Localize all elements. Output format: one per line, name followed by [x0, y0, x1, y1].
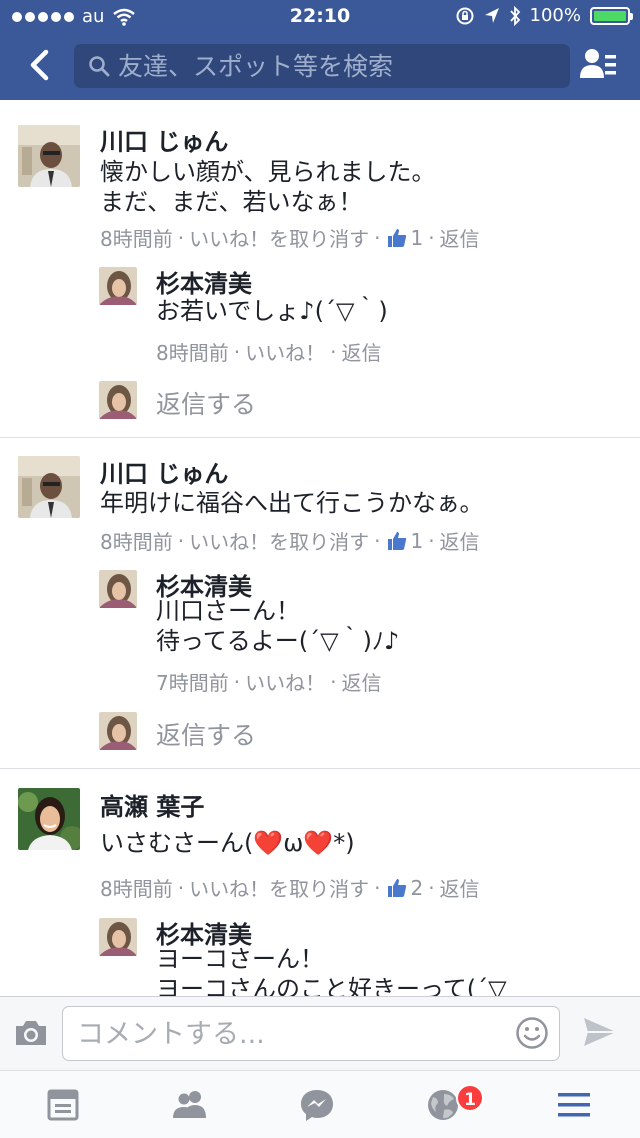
reply-author[interactable]: 杉本清美: [156, 264, 252, 299]
menu-icon[interactable]: [555, 1086, 593, 1124]
comment-timestamp: 8時間前: [100, 530, 173, 554]
reply-text-line: お若いでしょ♪(´▽｀): [156, 297, 388, 325]
bottom-tab-bar: [0, 1070, 640, 1138]
reply-text-line: ヨーコさんのこと好きーって(´▽: [156, 975, 507, 996]
search-icon: [89, 56, 110, 77]
avatar: [99, 712, 137, 750]
like-button[interactable]: いいね！: [245, 667, 325, 696]
status-bar: au 22:10 100%: [0, 0, 640, 34]
friends-icon[interactable]: [171, 1086, 209, 1124]
bluetooth-icon: [509, 5, 520, 26]
comment-author[interactable]: 川口 じゅん: [100, 454, 228, 489]
avatar[interactable]: [18, 788, 80, 850]
search-bar[interactable]: [74, 44, 570, 88]
reply-timestamp: 7時間前: [156, 671, 229, 695]
comment-timestamp: 8時間前: [100, 877, 173, 901]
reply-button[interactable]: 返信: [341, 667, 381, 696]
like-count[interactable]: 1: [410, 529, 423, 553]
camera-icon[interactable]: [14, 1019, 48, 1047]
comment-text-line: いさむさーん(❤️ω❤️*): [100, 829, 355, 857]
reply-meta: 8時間前 · いいね！ · 返信: [156, 337, 381, 366]
comment-thread: 川口 じゅん 懐かしい顔が、見られました。 まだ、まだ、若いなぁ！ 8時間前 ·…: [0, 100, 640, 438]
comment-text-line: まだ、まだ、若いなぁ！: [100, 188, 363, 216]
reply-text-line: 川口さーん！: [156, 597, 300, 625]
comment-thread: 川口 じゅん 年明けに福谷へ出て行こうかなぁ。 8時間前 · いいね！を取り消す…: [0, 438, 640, 769]
battery-icon: [590, 6, 633, 25]
reply-button[interactable]: 返信: [440, 526, 480, 555]
comment-input[interactable]: [77, 1017, 507, 1051]
comment-meta: 8時間前 · いいね！を取り消す · 2 · 返信: [100, 873, 480, 902]
messenger-icon[interactable]: [298, 1086, 336, 1124]
like-button[interactable]: いいね！: [245, 337, 325, 366]
comment-text-line: 年明けに福谷へ出て行こうかなぁ。: [100, 489, 484, 517]
location-icon: [484, 7, 499, 23]
unlike-button[interactable]: いいね！を取り消す: [189, 526, 369, 555]
rotation-lock-icon: [456, 7, 474, 24]
like-thumb-icon: [388, 228, 407, 247]
comment-meta: 8時間前 · いいね！を取り消す · 1 · 返信: [100, 223, 480, 252]
write-reply-link[interactable]: 返信する: [156, 716, 256, 752]
like-count[interactable]: 2: [410, 876, 423, 900]
search-input[interactable]: [118, 51, 548, 81]
like-count[interactable]: 1: [410, 226, 423, 250]
status-right: 100%: [455, 5, 633, 26]
avatar[interactable]: [18, 456, 80, 518]
unlike-button[interactable]: いいね！を取り消す: [189, 223, 369, 252]
send-icon[interactable]: [582, 1016, 618, 1048]
like-thumb-icon: [388, 531, 407, 550]
comment-input-box[interactable]: [62, 1006, 560, 1061]
comment-text-line: 懐かしい顔が、見られました。: [100, 158, 436, 186]
avatar: [99, 381, 137, 419]
notification-badge: 1: [456, 1084, 484, 1112]
reply-timestamp: 8時間前: [156, 341, 229, 365]
comment-author[interactable]: 高瀬 葉子: [100, 787, 204, 822]
like-thumb-icon: [388, 878, 407, 897]
avatar[interactable]: [99, 918, 137, 956]
friend-requests-icon[interactable]: [578, 46, 618, 84]
reply-button[interactable]: 返信: [341, 337, 381, 366]
comment-author[interactable]: 川口 じゅん: [100, 122, 228, 157]
news-feed-icon[interactable]: [45, 1086, 83, 1124]
unlike-button[interactable]: いいね！を取り消す: [189, 873, 369, 902]
reply-text-line: 待ってるよー(´▽｀)ﾉ♪: [156, 627, 400, 655]
reply-text-line: ヨーコさーん！: [156, 945, 324, 973]
reply-button[interactable]: 返信: [440, 223, 480, 252]
avatar[interactable]: [18, 125, 80, 187]
top-navigation-bar: au 22:10 100%: [0, 0, 640, 100]
write-reply-link[interactable]: 返信する: [156, 385, 256, 421]
battery-percent: 100%: [529, 5, 581, 26]
comment-composer: [0, 996, 640, 1070]
back-chevron-icon[interactable]: [24, 46, 58, 84]
comment-thread: 高瀬 葉子 いさむさーん(❤️ω❤️*) 8時間前 · いいね！を取り消す · …: [0, 769, 640, 996]
avatar[interactable]: [99, 267, 137, 305]
reply-button[interactable]: 返信: [440, 873, 480, 902]
sticker-smiley-icon[interactable]: [515, 1016, 549, 1050]
reply-meta: 7時間前 · いいね！ · 返信: [156, 667, 381, 696]
comment-timestamp: 8時間前: [100, 227, 173, 251]
avatar[interactable]: [99, 570, 137, 608]
comment-meta: 8時間前 · いいね！を取り消す · 1 · 返信: [100, 526, 480, 555]
